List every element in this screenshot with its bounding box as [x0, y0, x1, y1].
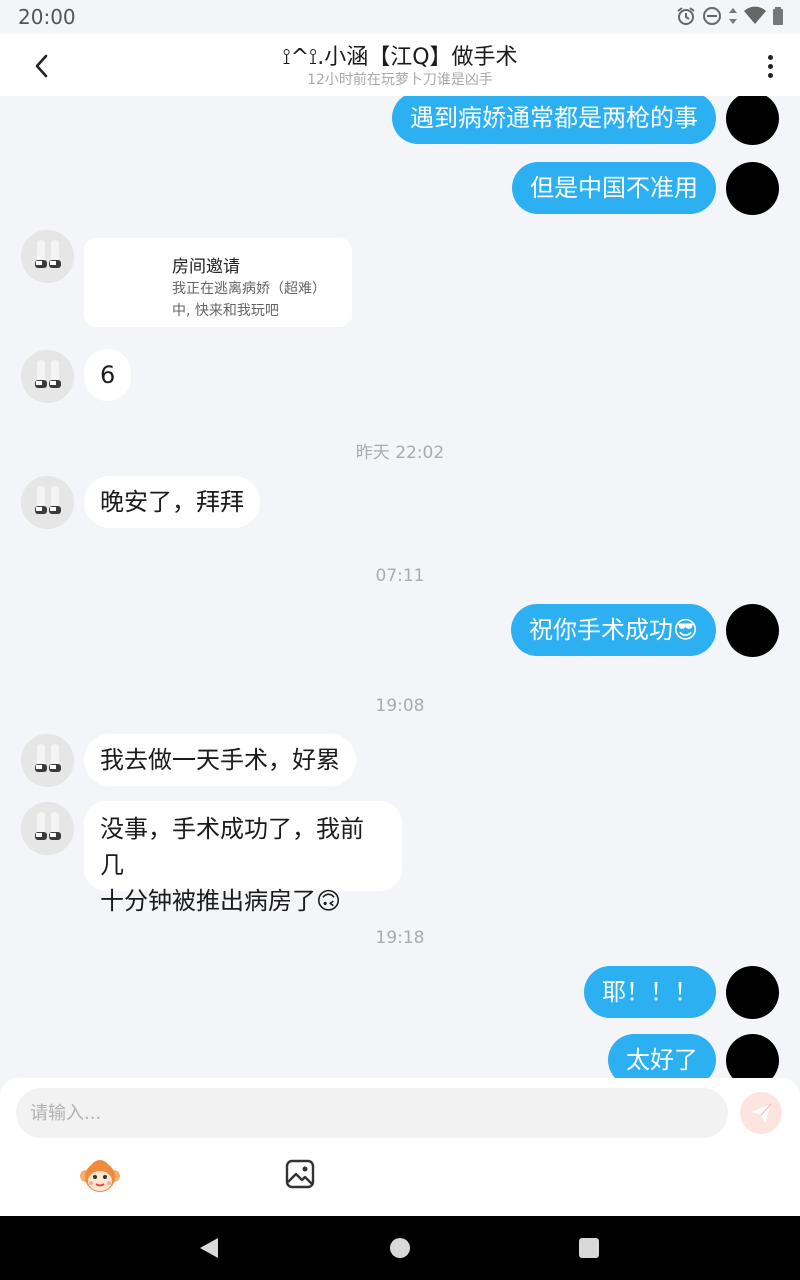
- image-picker-button[interactable]: [284, 1158, 316, 1190]
- alarm-icon: [676, 6, 696, 30]
- sneakers-avatar-image: [21, 802, 74, 855]
- message-bubble-sent[interactable]: 太好了: [608, 1034, 716, 1078]
- chevron-left-icon: [35, 54, 48, 78]
- more-vertical-icon: [767, 54, 773, 60]
- my-avatar[interactable]: [726, 162, 779, 215]
- contact-avatar[interactable]: [21, 476, 74, 529]
- room-invite-card[interactable]: 房间邀请 我正在逃离病娇（超难）中, 快来和我玩吧: [84, 238, 352, 327]
- back-button[interactable]: [22, 46, 62, 86]
- message-line: 没事，手术成功了，我前几: [100, 815, 364, 879]
- sneakers-avatar-image: [21, 734, 74, 787]
- message-bubble-received[interactable]: 6: [84, 349, 132, 401]
- battery-icon: [772, 6, 784, 30]
- chat-header: ⟟^⟟.小涵【江Q】做手术 12小时前在玩萝卜刀谁是凶手: [0, 34, 800, 96]
- contact-avatar[interactable]: [21, 350, 74, 403]
- nav-recents-button[interactable]: [579, 1238, 599, 1258]
- send-icon: [751, 1103, 772, 1123]
- wifi-icon: [744, 6, 766, 30]
- contact-avatar[interactable]: [21, 802, 74, 855]
- do-not-disturb-icon: [702, 6, 722, 30]
- message-bubble-sent[interactable]: 但是中国不准用: [512, 162, 716, 214]
- my-avatar[interactable]: [726, 96, 779, 145]
- chat-title: ⟟^⟟.小涵【江Q】做手术: [282, 45, 518, 70]
- message-line: 十分钟被推出病房了🙃: [100, 887, 342, 915]
- message-bubble-sent[interactable]: 祝你手术成功😎: [510, 604, 716, 656]
- message-bubble-received[interactable]: 我去做一天手术，好累: [84, 734, 356, 786]
- nav-back-icon[interactable]: [198, 1236, 220, 1260]
- status-bar: 20:00: [0, 0, 800, 34]
- timestamp-divider: 19:18: [375, 928, 425, 948]
- more-dot: [767, 63, 773, 69]
- timestamp-divider: 07:11: [375, 566, 425, 586]
- my-avatar[interactable]: [726, 966, 779, 1019]
- status-icons: [676, 6, 784, 30]
- contact-avatar[interactable]: [21, 734, 74, 787]
- chat-message-list[interactable]: 遇到病娇通常都是两枪的事 但是中国不准用 房间邀请 我正在逃离病娇（超难）中, …: [0, 96, 800, 1078]
- image-icon: [285, 1159, 315, 1189]
- monkey-emoji-icon: [80, 1160, 120, 1192]
- my-avatar[interactable]: [726, 604, 779, 657]
- chat-subtitle: 12小时前在玩萝卜刀谁是凶手: [307, 72, 493, 88]
- send-button[interactable]: [740, 1092, 782, 1134]
- message-bubble-received[interactable]: 晚安了，拜拜: [84, 476, 260, 528]
- sneakers-avatar-image: [21, 476, 74, 529]
- status-time: 20:00: [18, 5, 76, 29]
- nav-home-button[interactable]: [390, 1238, 410, 1258]
- more-dot: [767, 72, 773, 78]
- timestamp-divider: 19:08: [375, 696, 425, 716]
- message-bubble-sent[interactable]: 耶！！！: [584, 966, 716, 1018]
- message-bubble-received[interactable]: 没事，手术成功了，我前几 十分钟被推出病房了🙃: [84, 801, 402, 915]
- message-input[interactable]: [16, 1088, 728, 1138]
- message-bubble-sent[interactable]: 遇到病娇通常都是两枪的事: [392, 96, 716, 144]
- invite-card-title: 房间邀请: [172, 257, 240, 277]
- timestamp-divider: 昨天 22:02: [355, 443, 445, 463]
- sneakers-avatar-image: [21, 230, 74, 283]
- contact-avatar[interactable]: [21, 230, 74, 283]
- data-arrows-icon: [728, 6, 738, 30]
- system-nav-bar: [0, 1216, 800, 1280]
- message-composer: [0, 1078, 800, 1216]
- invite-card-description: 我正在逃离病娇（超难）中, 快来和我玩吧: [172, 281, 326, 319]
- my-avatar[interactable]: [726, 1034, 779, 1078]
- more-options-button[interactable]: [754, 46, 786, 86]
- emoji-button[interactable]: [78, 1156, 122, 1196]
- sneakers-avatar-image: [21, 350, 74, 403]
